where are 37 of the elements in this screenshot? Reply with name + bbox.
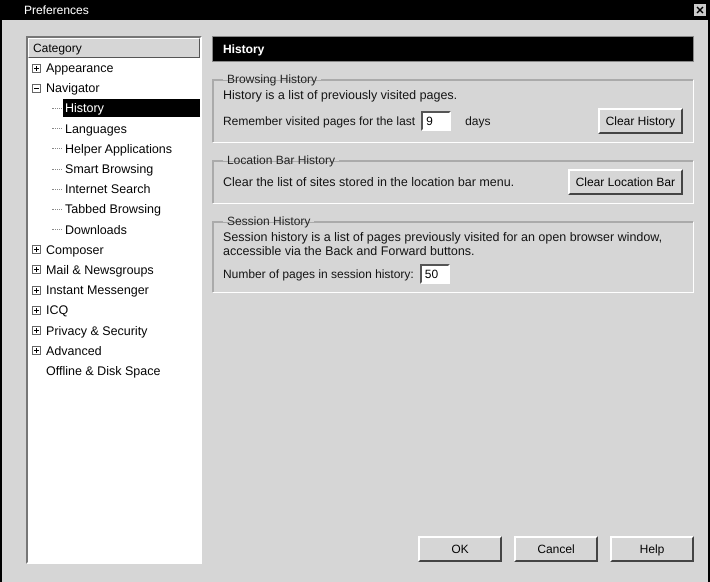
field-label: Number of pages in session history: bbox=[223, 267, 414, 281]
plus-box-icon[interactable] bbox=[32, 245, 41, 254]
input-field[interactable]: 50 bbox=[420, 264, 450, 284]
plus-box-icon[interactable] bbox=[32, 286, 41, 295]
panel-title: History bbox=[212, 36, 694, 62]
tree-line bbox=[52, 188, 62, 190]
clear-button[interactable]: Clear History bbox=[598, 108, 683, 134]
plus-box-icon[interactable] bbox=[32, 346, 41, 356]
tree-line bbox=[52, 208, 62, 210]
plus-box-icon[interactable] bbox=[32, 326, 41, 336]
tree-line bbox=[52, 168, 62, 170]
plus-box-icon[interactable] bbox=[32, 265, 41, 274]
plus-box-icon[interactable] bbox=[32, 64, 41, 73]
window-title: Preferences bbox=[24, 3, 89, 17]
dialog-button[interactable]: Help bbox=[610, 536, 694, 562]
close-icon bbox=[696, 6, 704, 14]
group-title: Browsing History bbox=[226, 72, 318, 86]
field-suffix: days bbox=[465, 114, 490, 128]
tree-line bbox=[52, 148, 62, 150]
clear-button[interactable]: Clear Location Bar bbox=[568, 169, 683, 195]
plus-box-icon[interactable] bbox=[32, 306, 41, 315]
field-label: Remember visited pages for the last bbox=[223, 114, 416, 128]
column-header: Category bbox=[28, 38, 200, 58]
dialog-button[interactable]: OK bbox=[418, 536, 502, 562]
description-text: Session history is a list of pages previously visited for an open browser window, accessible via the Back and Forward buttons. bbox=[223, 230, 664, 258]
minus-box-icon[interactable] bbox=[32, 84, 41, 93]
tree-item[interactable]: History bbox=[63, 99, 200, 118]
description-text: History is a list of previously visited pages. bbox=[223, 88, 458, 102]
close-button[interactable] bbox=[694, 4, 706, 16]
description-text: Clear the list of sites stored in the location bar menu. bbox=[223, 175, 514, 189]
dialog-button[interactable]: Cancel bbox=[514, 536, 598, 562]
tree-line bbox=[52, 108, 62, 109]
tree-line bbox=[52, 229, 62, 230]
tree-line bbox=[52, 128, 62, 130]
group-title: Session History bbox=[226, 214, 312, 228]
group-title: Location Bar History bbox=[226, 153, 336, 167]
input-field[interactable]: 9 bbox=[421, 111, 452, 131]
